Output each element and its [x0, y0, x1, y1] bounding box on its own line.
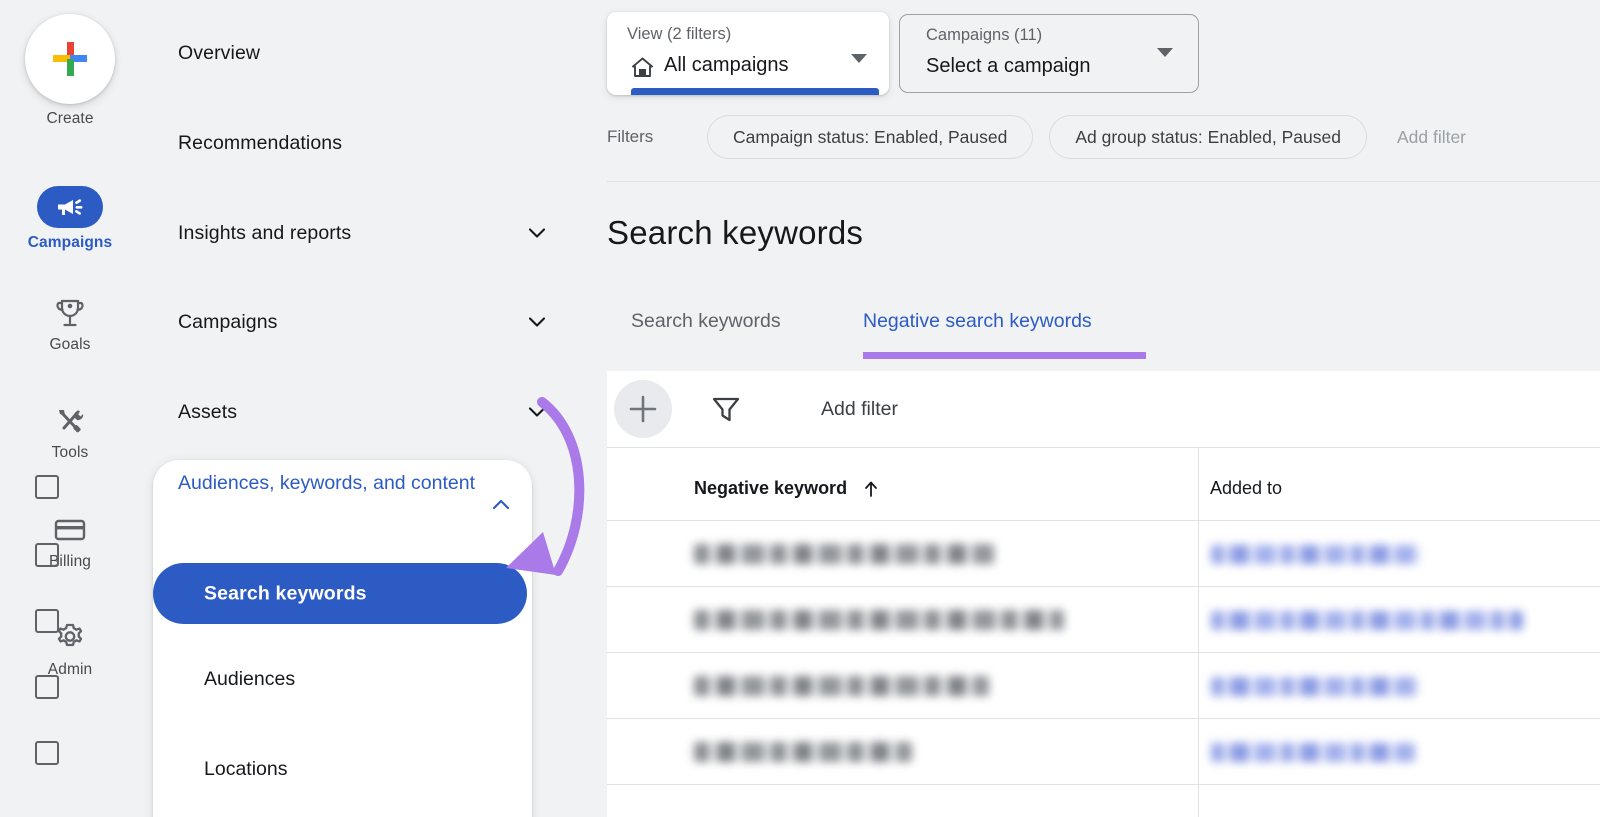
chevron-down-icon	[528, 228, 546, 238]
column-header-negative-keyword[interactable]: Negative keyword	[694, 478, 847, 499]
google-ads-app: Create Campaigns Goals Tools Billing Adm…	[0, 0, 1600, 817]
sidebar-item-recommendations[interactable]: Recommendations	[140, 120, 607, 166]
campaign-selector-value: Select a campaign	[926, 55, 1091, 77]
sidebar-item-label: Overview	[178, 41, 261, 64]
cell-negative-keyword-redacted	[694, 610, 1064, 630]
plus-icon	[629, 395, 657, 423]
rail-item-label-goals: Goals	[49, 336, 91, 353]
rail-item-create[interactable]: Create	[0, 14, 140, 128]
add-keyword-button[interactable]	[614, 380, 672, 438]
view-selector-label: View (2 filters)	[627, 25, 732, 43]
rail-item-label-campaigns: Campaigns	[27, 234, 113, 251]
rail-item-campaigns[interactable]: Campaigns	[0, 186, 140, 252]
sidebar-item-label: Assets	[178, 400, 238, 423]
add-filter-button[interactable]: Add filter	[1397, 127, 1466, 148]
sidebar-item-insights-and-reports[interactable]: Insights and reports	[140, 210, 607, 256]
cell-added-to-redacted	[1211, 743, 1415, 762]
tools-icon	[59, 410, 84, 433]
page-title: Search keywords	[607, 214, 864, 251]
rail-item-billing[interactable]: Billing	[0, 513, 140, 571]
filters-label: Filters	[607, 127, 654, 146]
rail-item-label-tools: Tools	[51, 444, 89, 461]
divider	[607, 447, 1600, 448]
divider	[607, 718, 1600, 719]
row-checkbox[interactable]	[35, 609, 59, 633]
chevron-down-icon	[528, 317, 546, 327]
tab-search-keywords[interactable]: Search keywords	[631, 310, 781, 333]
cell-added-to-redacted	[1211, 545, 1421, 564]
megaphone-icon	[58, 199, 83, 215]
divider	[607, 181, 1600, 182]
cell-added-to-redacted	[1211, 677, 1419, 696]
divider	[607, 652, 1600, 653]
divider	[607, 784, 1600, 785]
campaigns-pill[interactable]	[37, 186, 103, 228]
chevron-up-icon[interactable]	[490, 494, 512, 516]
tab-negative-search-keywords[interactable]: Negative search keywords	[863, 310, 1092, 333]
row-checkbox[interactable]	[35, 675, 59, 699]
sidebar-item-label: Campaigns	[178, 310, 278, 333]
row-checkbox[interactable]	[35, 741, 59, 765]
arrow-up-icon[interactable]	[861, 479, 881, 499]
divider	[607, 520, 1600, 521]
cell-negative-keyword-redacted	[694, 742, 912, 762]
select-all-checkbox[interactable]	[35, 475, 59, 499]
sidebar-item-assets[interactable]: Assets	[140, 389, 607, 435]
campaign-selector[interactable]: Campaigns (11) Select a campaign	[899, 14, 1199, 93]
rail-item-label-billing: Billing	[48, 553, 92, 570]
tab-active-underline	[863, 352, 1146, 359]
table-add-filter-button[interactable]: Add filter	[821, 398, 898, 421]
rail-item-label-admin: Admin	[47, 661, 93, 678]
filter-bar: Filters Campaign status: Enabled, Paused…	[607, 115, 1600, 159]
credit-card-icon	[54, 519, 86, 541]
sidebar-item-label: Recommendations	[178, 131, 343, 154]
sidebar-item-search-keywords[interactable]: Search keywords	[153, 563, 527, 624]
create-button[interactable]	[25, 14, 115, 104]
cell-added-to-redacted	[1211, 611, 1523, 630]
funnel-icon[interactable]	[711, 394, 741, 424]
rail-item-tools[interactable]: Tools	[0, 404, 140, 462]
google-plus-icon	[53, 42, 87, 76]
rail-item-label-create: Create	[46, 110, 94, 127]
trophy-icon	[56, 299, 84, 327]
cell-negative-keyword-redacted	[694, 676, 989, 696]
column-header-added-to[interactable]: Added to	[1210, 478, 1282, 499]
dropdown-caret-icon[interactable]	[851, 54, 867, 63]
rail-item-admin[interactable]: Admin	[0, 621, 140, 679]
filter-chip-ad-group-status[interactable]: Ad group status: Enabled, Paused	[1049, 115, 1367, 159]
row-checkbox[interactable]	[35, 543, 59, 567]
sidebar-group-audiences-keywords-content[interactable]: Audiences, keywords, and content	[178, 470, 508, 497]
sidebar-item-label: Insights and reports	[178, 221, 352, 244]
column-divider	[1198, 447, 1199, 817]
cell-negative-keyword-redacted	[694, 544, 994, 564]
filter-chip-campaign-status[interactable]: Campaign status: Enabled, Paused	[707, 115, 1034, 159]
view-selector[interactable]: View (2 filters) All campaigns	[607, 12, 889, 95]
expanded-nav-group-card: Audiences, keywords, and content Search …	[153, 460, 532, 817]
sidebar-item-label: Search keywords	[204, 582, 367, 604]
view-selector-accent-bar	[631, 88, 879, 95]
left-nav-rail: Create Campaigns Goals Tools Billing Adm…	[0, 0, 140, 817]
sidebar-item-locations[interactable]: Locations	[204, 758, 287, 781]
view-selector-value: All campaigns	[664, 54, 789, 76]
divider	[607, 586, 1600, 587]
campaign-selector-label: Campaigns (11)	[926, 26, 1043, 44]
sidebar-item-campaigns[interactable]: Campaigns	[140, 299, 607, 345]
sidebar-item-overview[interactable]: Overview	[140, 30, 607, 76]
chevron-down-icon	[528, 407, 546, 417]
sidebar-item-audiences[interactable]: Audiences	[204, 668, 295, 691]
dropdown-caret-icon[interactable]	[1157, 48, 1173, 57]
table-toolbar: Add filter	[607, 371, 1600, 447]
secondary-nav: Overview Recommendations Insights and re…	[140, 0, 607, 817]
home-icon	[632, 57, 653, 77]
rail-item-goals[interactable]: Goals	[0, 296, 140, 354]
